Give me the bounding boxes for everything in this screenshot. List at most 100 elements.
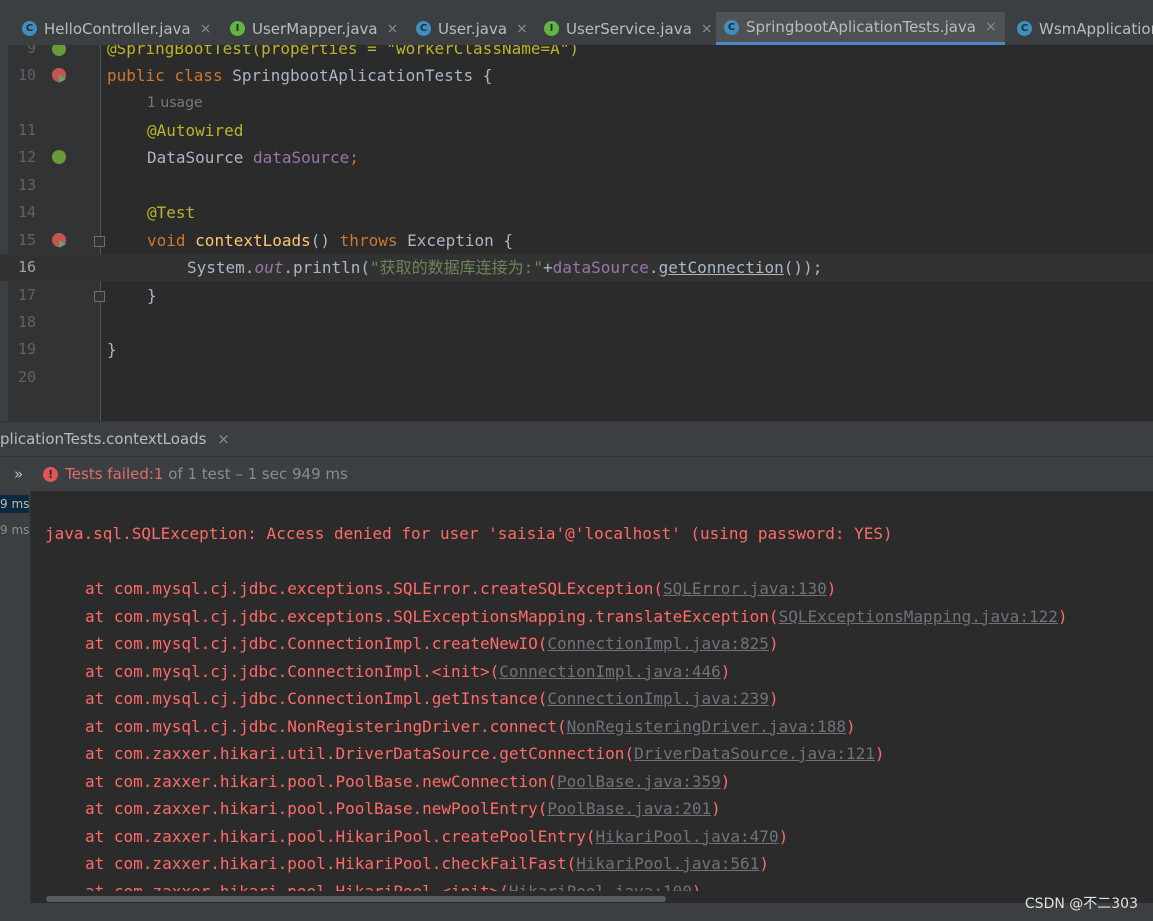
- tool-window-bar: [0, 903, 1153, 921]
- tab-user-service[interactable]: I UserService.java ×: [544, 12, 713, 45]
- annotation-autowired: @Autowired: [147, 121, 244, 140]
- source-link[interactable]: SQLError.java:130: [663, 579, 827, 598]
- expand-icon[interactable]: »: [14, 465, 23, 483]
- semicolon: ;: [349, 148, 359, 167]
- line-number: 13: [17, 176, 36, 194]
- code-text: void contextLoads() throws Exception {: [147, 227, 513, 254]
- call-tail: ());: [783, 258, 823, 277]
- line-number: 9: [26, 45, 36, 57]
- horizontal-scrollbar[interactable]: [46, 896, 666, 902]
- fold-icon[interactable]: [94, 236, 105, 247]
- run-test-icon[interactable]: [52, 233, 66, 248]
- status-prefix: Tests failed:: [65, 465, 154, 483]
- frame-end: ): [778, 826, 789, 846]
- frame-method: at com.mysql.cj.jdbc.NonRegisteringDrive…: [85, 716, 567, 736]
- code-line-17: 17 }: [0, 282, 1153, 309]
- spring-bean-icon[interactable]: [52, 45, 66, 56]
- console-output[interactable]: java.sql.SQLException: Access denied for…: [31, 491, 1153, 891]
- frame-method: at com.zaxxer.hikari.pool.HikariPool.<in…: [85, 881, 509, 892]
- interface-icon: I: [230, 21, 245, 36]
- code-text: System.out.println("获取的数据库连接为:"+dataSour…: [187, 254, 822, 281]
- close-icon[interactable]: ×: [516, 21, 528, 37]
- test-status: » ! Tests failed: 1 of 1 test – 1 sec 94…: [14, 465, 348, 483]
- tab-label: WsmApplication: [1039, 19, 1153, 38]
- test-duration: 9 ms: [0, 523, 30, 537]
- stack-frame: at com.zaxxer.hikari.util.DriverDataSour…: [85, 740, 885, 767]
- frame-method: at com.zaxxer.hikari.pool.PoolBase.newCo…: [85, 771, 558, 791]
- annotation-test: @Test: [147, 203, 196, 222]
- tab-springboot-tests[interactable]: C SpringbootAplicationTests.java ×: [716, 12, 1005, 45]
- stack-frame: at com.mysql.cj.jdbc.NonRegisteringDrive…: [85, 713, 856, 740]
- brace: }: [107, 340, 117, 359]
- tab-hello-controller[interactable]: C HelloController.java ×: [22, 12, 211, 45]
- source-link[interactable]: ConnectionImpl.java:825: [547, 634, 769, 653]
- dot: .: [648, 258, 659, 277]
- run-tab[interactable]: plicationTests.contextLoads ×: [0, 430, 230, 448]
- tab-user[interactable]: C User.java ×: [416, 12, 528, 45]
- frame-end: ): [846, 716, 856, 736]
- line-number: 16: [17, 258, 36, 276]
- frame-end: ): [711, 799, 721, 818]
- tab-wsm-application[interactable]: C WsmApplication: [1017, 12, 1153, 45]
- frame-method: at com.mysql.cj.jdbc.exceptions.SQLError…: [85, 579, 663, 598]
- code-line-11: 11 @Autowired: [0, 117, 1153, 144]
- source-link[interactable]: PoolBase.java:201: [547, 799, 711, 818]
- plus-operator: +: [542, 258, 553, 277]
- keyword-class: class: [174, 66, 223, 85]
- autowired-bean-icon[interactable]: [52, 150, 66, 164]
- usage-hint[interactable]: 1 usage: [147, 90, 203, 117]
- source-link[interactable]: HikariPool.java:470: [596, 827, 779, 846]
- line-number: 15: [17, 231, 36, 249]
- code-line-16: 16 System.out.println("获取的数据库连接为:"+dataS…: [0, 254, 1153, 281]
- class-icon: C: [22, 21, 37, 36]
- stack-frame: at com.zaxxer.hikari.pool.PoolBase.newCo…: [85, 768, 730, 795]
- code-line-20: 20: [0, 364, 1153, 391]
- code-line-18: 18: [0, 309, 1153, 336]
- source-link[interactable]: ConnectionImpl.java:446: [499, 662, 721, 681]
- watermark: CSDN @不二303: [1024, 896, 1138, 912]
- close-icon[interactable]: ×: [985, 19, 997, 35]
- stack-frame: at com.mysql.cj.jdbc.ConnectionImpl.getI…: [85, 685, 779, 712]
- source-link[interactable]: HikariPool.java:100: [509, 882, 692, 892]
- close-icon[interactable]: ×: [200, 21, 212, 37]
- frame-end: ): [874, 744, 885, 763]
- frame-end: ): [768, 689, 779, 708]
- close-icon[interactable]: ×: [701, 21, 713, 37]
- frame-method: at com.zaxxer.hikari.pool.HikariPool.che…: [85, 854, 577, 873]
- source-link[interactable]: PoolBase.java:359: [557, 772, 721, 791]
- source-link[interactable]: NonRegisteringDriver.java:188: [567, 717, 846, 736]
- source-link[interactable]: HikariPool.java:561: [576, 854, 759, 873]
- tab-label: UserService.java: [566, 19, 692, 38]
- class-icon: C: [724, 19, 739, 35]
- code-text: public class SpringbootAplicationTests {: [107, 62, 492, 89]
- parens: (): [310, 231, 340, 250]
- tab-label: SpringbootAplicationTests.java: [746, 18, 977, 36]
- close-icon[interactable]: ×: [387, 21, 399, 37]
- close-icon[interactable]: ×: [217, 430, 230, 448]
- stack-frame: at com.mysql.cj.jdbc.ConnectionImpl.<ini…: [85, 658, 730, 685]
- frame-method: at com.mysql.cj.jdbc.ConnectionImpl.<ini…: [85, 661, 500, 681]
- source-link[interactable]: ConnectionImpl.java:239: [547, 689, 769, 708]
- system-class: System.: [187, 258, 255, 277]
- keyword-void: void: [147, 231, 196, 250]
- test-status-bar: » ! Tests failed: 1 of 1 test – 1 sec 94…: [0, 456, 1153, 493]
- string-literal: "获取的数据库连接为:": [370, 258, 543, 277]
- println-call: .println(: [283, 258, 371, 277]
- stack-frame: at com.zaxxer.hikari.pool.HikariPool.che…: [85, 850, 769, 877]
- tab-user-mapper[interactable]: I UserMapper.java ×: [230, 12, 398, 45]
- source-link[interactable]: DriverDataSource.java:121: [634, 744, 875, 763]
- stack-frame: at com.mysql.cj.jdbc.ConnectionImpl.crea…: [85, 630, 779, 657]
- fold-icon[interactable]: [94, 291, 105, 302]
- code-editor[interactable]: 9 @SpringBootTest(properties = "workerCl…: [0, 45, 1153, 421]
- run-test-icon[interactable]: [52, 68, 66, 83]
- frame-method: at com.mysql.cj.jdbc.ConnectionImpl.getI…: [85, 689, 548, 708]
- method-name: contextLoads: [195, 231, 311, 250]
- stack-frame: at com.mysql.cj.jdbc.exceptions.SQLError…: [85, 575, 836, 602]
- source-link[interactable]: SQLExceptionsMapping.java:122: [779, 607, 1058, 626]
- test-tree-item[interactable]: 9 ms: [0, 495, 29, 513]
- test-tree-item[interactable]: 9 ms: [0, 523, 29, 537]
- field-datasource: dataSource: [252, 148, 350, 167]
- type-datasource: DataSource: [147, 148, 253, 167]
- line-number: 18: [17, 313, 36, 331]
- exception-type: Exception {: [397, 231, 514, 250]
